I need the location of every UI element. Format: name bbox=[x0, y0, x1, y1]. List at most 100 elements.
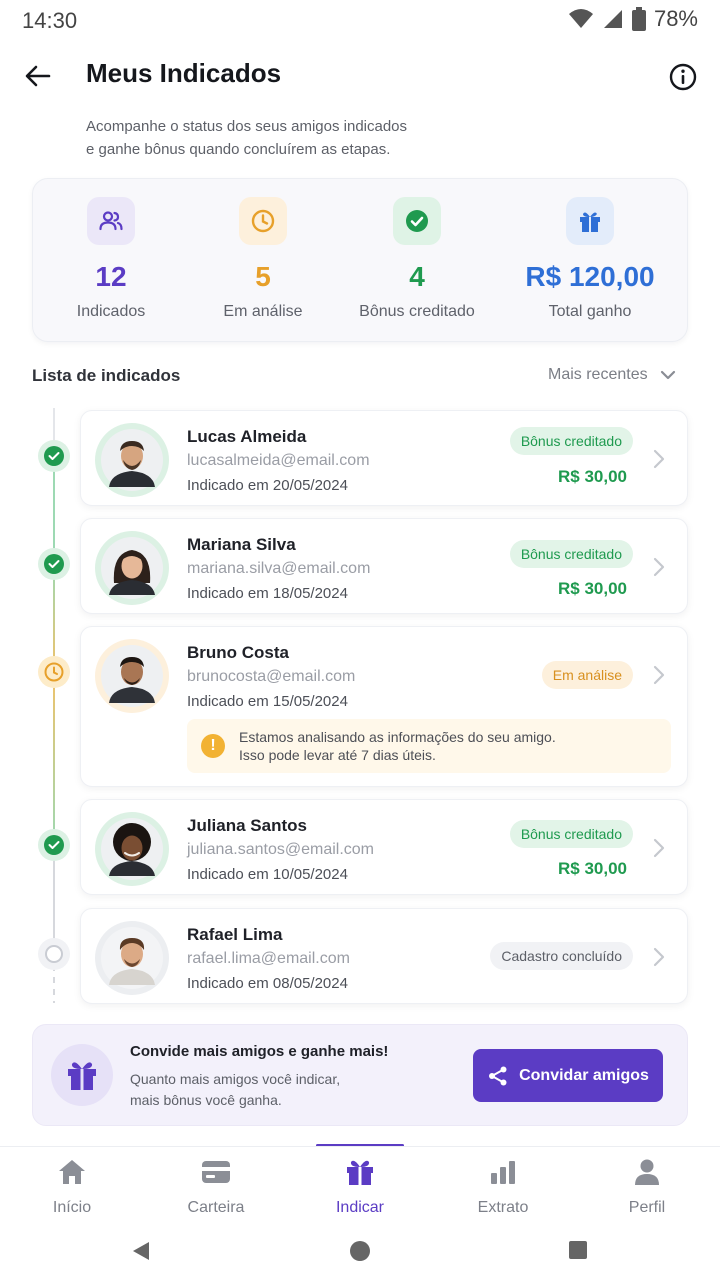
referral-date: Indicado em 15/05/2024 bbox=[187, 693, 348, 710]
check-circle-icon bbox=[393, 197, 441, 245]
stat-label: Bônus creditado bbox=[359, 303, 475, 320]
referral-card[interactable]: Mariana Silva mariana.silva@email.com In… bbox=[80, 518, 688, 614]
check-icon bbox=[48, 560, 60, 568]
referral-date: Indicado em 18/05/2024 bbox=[187, 585, 348, 602]
referral-email: brunocosta@email.com bbox=[187, 668, 356, 685]
stat-total-earned: R$ 120,00 Total ganho bbox=[510, 197, 670, 321]
stats-card: 12 Indicados 5 Em análise 4 Bônus credit… bbox=[32, 178, 688, 342]
status-time: 14:30 bbox=[22, 8, 78, 33]
invite-banner: Convide mais amigos e ganhe mais! Quanto… bbox=[32, 1024, 688, 1126]
gift-icon bbox=[300, 1157, 420, 1187]
stat-in-analysis: 5 Em análise bbox=[183, 197, 343, 321]
referral-name: Juliana Santos bbox=[187, 816, 307, 835]
stat-label: Em análise bbox=[223, 303, 303, 320]
stat-value: 4 bbox=[409, 261, 425, 292]
referral-name: Lucas Almeida bbox=[187, 427, 307, 446]
sort-label: Mais recentes bbox=[548, 366, 648, 383]
chevron-right-icon bbox=[653, 557, 665, 577]
share-icon bbox=[489, 1066, 507, 1085]
nav-label: Extrato bbox=[477, 1199, 529, 1216]
stat-referred: 12 Indicados bbox=[31, 197, 191, 321]
invite-friends-button[interactable]: Convidar amigos bbox=[473, 1049, 663, 1102]
bonus-amount: R$ 30,00 bbox=[558, 859, 627, 878]
nav-item-carteira[interactable]: Carteira bbox=[156, 1157, 276, 1217]
stat-label: Indicados bbox=[76, 303, 146, 320]
status-badge: Bônus creditado bbox=[509, 820, 633, 848]
clock-icon bbox=[239, 197, 287, 245]
notice-text: Estamos analisando as informações do seu… bbox=[239, 729, 556, 763]
timeline-line bbox=[53, 845, 55, 953]
timeline-dot-credited bbox=[38, 440, 70, 472]
referral-card[interactable]: Juliana Santos juliana.santos@email.com … bbox=[80, 799, 688, 895]
invite-description: Quanto mais amigos você indicar, mais bô… bbox=[130, 1071, 341, 1108]
chevron-right-icon bbox=[653, 838, 665, 858]
referral-date: Indicado em 20/05/2024 bbox=[187, 477, 348, 494]
person-icon bbox=[587, 1157, 707, 1187]
nav-item-inicio[interactable]: Início bbox=[12, 1157, 132, 1217]
referral-email: rafael.lima@email.com bbox=[187, 950, 350, 967]
bar-chart-icon bbox=[443, 1157, 563, 1187]
home-icon bbox=[12, 1157, 132, 1187]
timeline-dot-credited bbox=[38, 829, 70, 861]
sort-dropdown[interactable]: Mais recentes bbox=[548, 366, 676, 384]
battery-level: 78% bbox=[653, 6, 698, 31]
back-triangle-icon[interactable] bbox=[130, 1240, 152, 1262]
status-bar: 14:30 78% bbox=[0, 0, 720, 40]
page-subtitle: Acompanhe o status dos seus amigos indic… bbox=[86, 118, 408, 158]
status-badge: Cadastro concluído bbox=[490, 942, 633, 970]
bottom-navigation: Início Carteira Indicar Extrato Perfil bbox=[0, 1146, 720, 1226]
referral-email: juliana.santos@email.com bbox=[187, 841, 374, 858]
info-button[interactable] bbox=[666, 60, 700, 94]
home-circle-icon[interactable] bbox=[349, 1240, 371, 1262]
signal-icon bbox=[603, 10, 622, 28]
stat-value: 5 bbox=[255, 261, 271, 292]
nav-label: Indicar bbox=[335, 1199, 385, 1216]
avatar bbox=[95, 639, 169, 713]
referral-card[interactable]: Bruno Costa brunocosta@email.com Indicad… bbox=[80, 626, 688, 787]
stat-label: Total ganho bbox=[548, 303, 632, 320]
referral-name: Mariana Silva bbox=[187, 535, 296, 554]
chevron-right-icon bbox=[653, 947, 665, 967]
arrow-left-icon bbox=[25, 65, 51, 87]
chevron-down-icon bbox=[660, 370, 675, 380]
avatar bbox=[95, 423, 169, 497]
avatar bbox=[95, 812, 169, 886]
check-icon bbox=[48, 452, 60, 460]
bonus-amount: R$ 30,00 bbox=[558, 467, 627, 486]
referral-card[interactable]: Lucas Almeida lucasalmeida@email.com Ind… bbox=[80, 410, 688, 506]
page-title: Meus Indicados bbox=[86, 58, 282, 88]
stat-value: 12 bbox=[95, 261, 127, 292]
referral-date: Indicado em 08/05/2024 bbox=[187, 975, 348, 992]
alert-icon: ! bbox=[201, 734, 225, 758]
chevron-right-icon bbox=[653, 449, 665, 469]
gift-icon bbox=[51, 1044, 113, 1106]
clock-icon bbox=[44, 662, 64, 682]
users-icon bbox=[87, 197, 135, 245]
timeline-dot-analysis bbox=[38, 656, 70, 688]
referral-email: mariana.silva@email.com bbox=[187, 560, 371, 577]
nav-item-extrato[interactable]: Extrato bbox=[443, 1157, 563, 1217]
chevron-right-icon bbox=[653, 665, 665, 685]
referral-name: Bruno Costa bbox=[187, 643, 289, 662]
wallet-icon bbox=[156, 1157, 276, 1187]
nav-item-perfil[interactable]: Perfil bbox=[587, 1157, 707, 1217]
analysis-notice: ! Estamos analisando as informações do s… bbox=[187, 719, 671, 773]
status-badge: Bônus creditado bbox=[509, 540, 633, 568]
nav-label: Carteira bbox=[187, 1199, 245, 1216]
timeline-dot-registered bbox=[38, 938, 70, 970]
invite-button-label: Convidar amigos bbox=[519, 1066, 649, 1084]
referral-card[interactable]: Rafael Lima rafael.lima@email.com Indica… bbox=[80, 908, 688, 1004]
nav-item-indicar[interactable]: Indicar bbox=[300, 1157, 420, 1217]
status-badge: Em análise bbox=[541, 661, 633, 689]
status-icons: 78% bbox=[568, 6, 698, 32]
referral-name: Rafael Lima bbox=[187, 925, 283, 944]
bonus-amount: R$ 30,00 bbox=[558, 579, 627, 598]
gift-icon bbox=[566, 197, 614, 245]
battery-icon bbox=[631, 7, 646, 31]
recents-square-icon[interactable] bbox=[568, 1240, 588, 1260]
timeline-line bbox=[53, 672, 55, 845]
back-button[interactable] bbox=[18, 58, 58, 94]
referral-date: Indicado em 10/05/2024 bbox=[187, 866, 348, 883]
referral-email: lucasalmeida@email.com bbox=[187, 452, 370, 469]
avatar bbox=[95, 531, 169, 605]
